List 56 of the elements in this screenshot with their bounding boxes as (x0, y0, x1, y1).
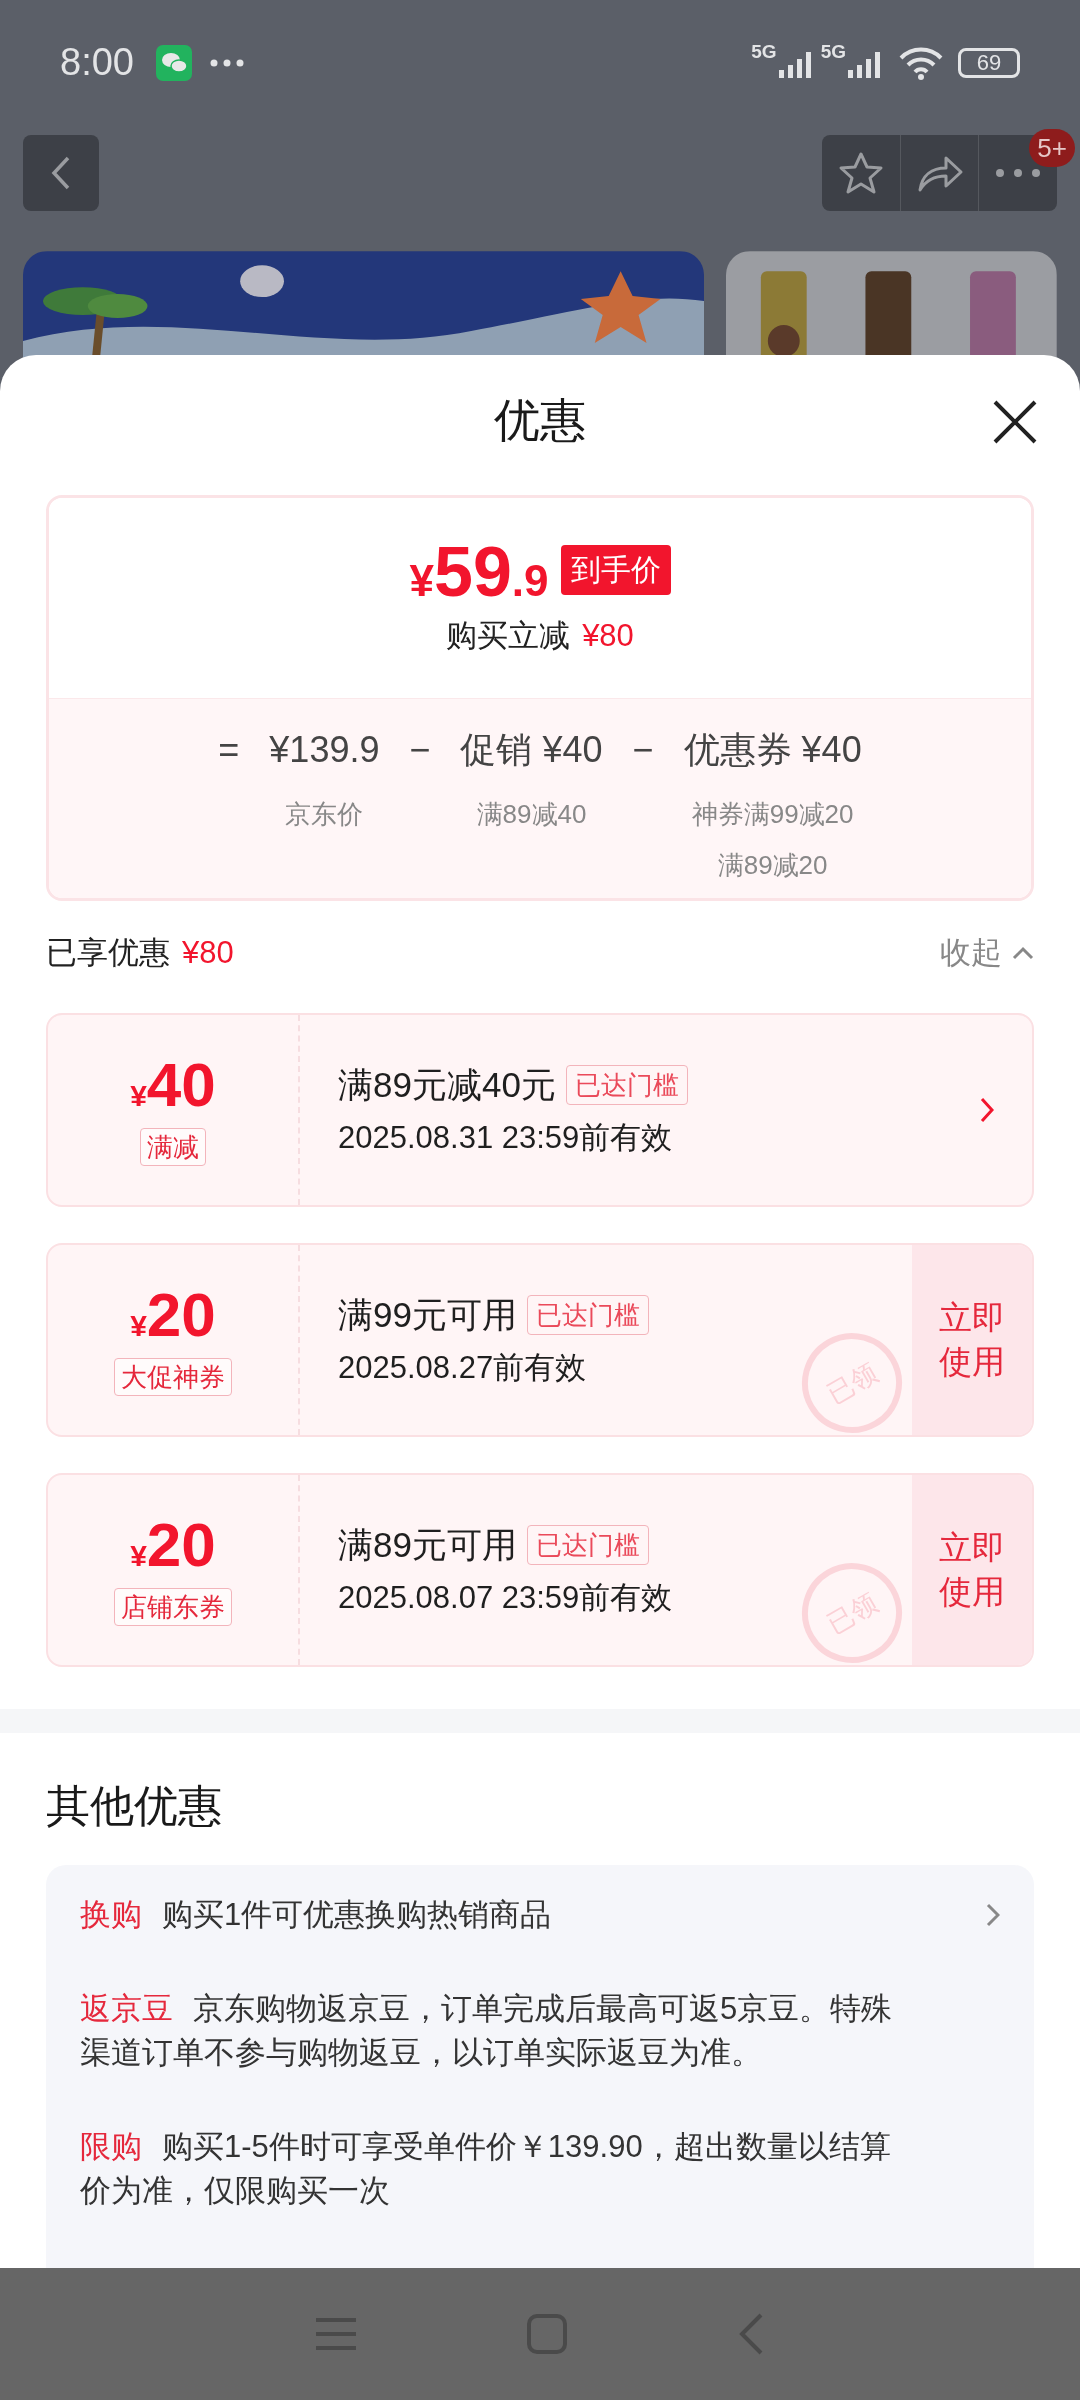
network-label: 5G (820, 40, 846, 64)
collapse-button[interactable]: 收起 (940, 929, 1034, 977)
battery-indicator: 69 (958, 47, 1020, 78)
coupon-validity: 2025.08.27前有效 (338, 1349, 587, 1387)
saving-amount: ¥80 (582, 616, 634, 655)
operator-sign: − (409, 728, 431, 772)
coupon-type-tag: 大促神券 (114, 1358, 232, 1396)
coupon-amount: ¥40 (130, 1054, 216, 1116)
term-note: 满89减40 (476, 798, 587, 831)
chat-app-icon (155, 44, 192, 81)
coupon-type-tag: 店铺东券 (114, 1588, 232, 1626)
term-note: 满89减20 (717, 849, 828, 882)
section-title: 其他优惠 (46, 1780, 223, 1832)
term-note: 神券满99减20 (691, 798, 854, 831)
more-notifications-icon (209, 58, 244, 67)
chevron-up-icon (1012, 946, 1034, 960)
threshold-badge: 已达门槛 (526, 1294, 649, 1335)
clock-time: 8:00 (60, 40, 134, 85)
coupon-validity: 2025.08.31 23:59前有效 (338, 1119, 673, 1157)
offer-description: 返京豆 京东购物返京豆，订单完成后最高可返5京豆。特殊渠道订单不参与购物返豆，以订单实际返豆为准。 (80, 1990, 894, 2072)
back-button[interactable] (23, 135, 99, 211)
notification-badge: 5+ (1029, 129, 1075, 167)
price-term: ¥139.9 (269, 728, 380, 772)
coupon-amount: ¥20 (130, 1514, 216, 1576)
price-term: 促销 ¥40 (460, 728, 603, 772)
coupon-condition: 满89元可用 (338, 1523, 517, 1566)
star-icon (838, 151, 884, 195)
use-now-button[interactable]: 立即使用 (912, 1475, 1032, 1665)
coupon-validity: 2025.08.07 23:59前有效 (338, 1579, 673, 1617)
chevron-right-icon (980, 1097, 994, 1123)
coupon-condition: 满99元可用 (338, 1293, 517, 1336)
offer-description: 换购 购买1件可优惠换购热销商品 (80, 1896, 553, 1934)
network-label: 5G (751, 40, 777, 64)
discount-total: ¥80 (182, 933, 234, 972)
final-price: ¥59.9 (409, 536, 549, 607)
saving-label: 购买立减 (446, 616, 571, 655)
wifi-icon (898, 45, 944, 80)
sheet-title: 优惠 (494, 392, 586, 448)
coupon-card[interactable]: ¥40 满减 满89元减40元 已达门槛 2025.08.31 23:59前有效 (46, 1013, 1034, 1207)
price-tag: 到手价 (560, 544, 671, 595)
more-icon (994, 169, 1041, 177)
threshold-badge: 已达门槛 (565, 1064, 688, 1105)
coupon-amount: ¥20 (130, 1284, 216, 1346)
operator-sign: = (218, 728, 240, 772)
offer-description: 限购 购买1-5件时可享受单件价￥139.90，超出数量以结算价为准，仅限购买一次 (80, 2128, 892, 2210)
chevron-right-icon[interactable] (986, 1903, 1000, 1927)
section-label: 已享优惠 (46, 933, 170, 972)
price-term: 优惠券 ¥40 (683, 728, 862, 772)
term-note: 京东价 (285, 798, 364, 831)
threshold-badge: 已达门槛 (526, 1524, 649, 1565)
coupon-condition: 满89元减40元 (338, 1063, 556, 1106)
operator-sign: − (632, 728, 654, 772)
coupon-type-tag: 满减 (140, 1128, 206, 1166)
close-icon (992, 399, 1038, 445)
use-now-button[interactable]: 立即使用 (912, 1245, 1032, 1435)
back-icon (51, 155, 71, 191)
